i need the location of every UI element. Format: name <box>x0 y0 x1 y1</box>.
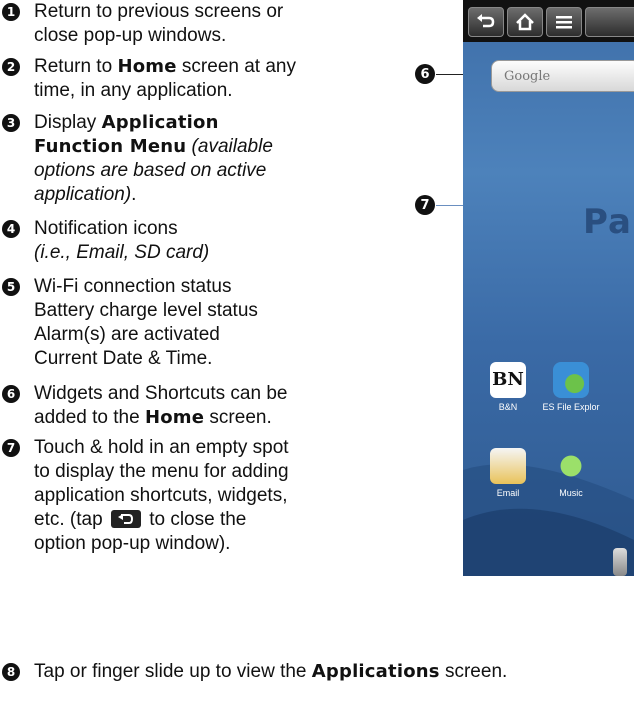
item-text: Touch & hold in an empty spot <box>34 437 289 458</box>
item-6: 6 Widgets and Shortcuts can be added to … <box>0 382 354 430</box>
app-email[interactable]: Email <box>478 448 538 498</box>
app-label: Email <box>496 488 520 498</box>
music-icon <box>553 448 589 484</box>
item-5: 5 Wi-Fi connection status Battery charge… <box>0 275 354 371</box>
email-icon <box>490 448 526 484</box>
item-text: Alarm(s) are activated <box>34 324 220 345</box>
item-text: . <box>131 184 137 205</box>
item-text: Return to <box>34 56 118 77</box>
google-search-widget[interactable]: Google <box>491 60 634 92</box>
item-text: Return to previous screens or <box>34 1 284 22</box>
menu-keyword: Application <box>101 112 219 133</box>
bn-icon: BN <box>490 362 526 398</box>
item-4: 4 Notification icons (i.e., Email, SD ca… <box>0 217 354 265</box>
item-text: options are based on active <box>34 160 267 181</box>
item-number: 7 <box>2 439 20 457</box>
item-text: time, in any application. <box>34 80 233 101</box>
item-text: option pop-up window). <box>34 533 231 554</box>
menu-button[interactable] <box>546 7 582 37</box>
item-7: 7 Touch & hold in an empty spot to displ… <box>0 436 354 556</box>
item-text: screen. <box>439 661 508 682</box>
back-icon <box>110 510 141 528</box>
app-label: ES File Explor <box>542 402 600 412</box>
item-text: application) <box>34 184 132 205</box>
home-keyword: Home <box>117 56 177 77</box>
item-1: 1 Return to previous screens or close po… <box>0 0 354 48</box>
home-keyword: Home <box>144 407 205 428</box>
home-button[interactable] <box>507 7 543 37</box>
folder-icon <box>553 362 589 398</box>
app-label: B&N <box>498 402 518 412</box>
item-text: Wi-Fi connection status <box>34 276 232 297</box>
item-text: etc. (tap <box>34 509 108 530</box>
item-number: 1 <box>2 3 20 21</box>
item-text: (available <box>186 136 273 157</box>
item-text: close pop-up windows. <box>34 25 227 46</box>
app-es-file-explorer[interactable]: ES File Explor <box>541 362 601 412</box>
app-label: Music <box>559 488 583 498</box>
status-area <box>585 7 634 37</box>
callout-7: 7 <box>415 195 435 215</box>
item-text: Notification icons <box>34 218 178 239</box>
item-3: 3 Display Application Function Menu (ava… <box>0 111 354 207</box>
item-text: to close the <box>143 509 247 530</box>
item-text: (i.e., Email, SD card) <box>34 242 210 263</box>
back-button[interactable] <box>468 7 504 37</box>
item-text: screen at any <box>176 56 296 77</box>
item-number: 3 <box>2 114 20 132</box>
app-music[interactable]: Music <box>541 448 601 498</box>
menu-keyword: Function Menu <box>34 136 187 157</box>
brand-logo: Pa <box>583 202 632 242</box>
item-text: added to the <box>34 407 145 428</box>
callout-6: 6 <box>415 64 435 84</box>
item-number: 8 <box>2 663 20 681</box>
app-drawer-handle[interactable] <box>613 548 627 576</box>
item-text: to display the menu for adding <box>34 461 289 482</box>
item-text: Widgets and Shortcuts can be <box>34 383 288 404</box>
item-number: 2 <box>2 58 20 76</box>
item-text: Current Date & Time. <box>34 348 213 369</box>
item-text: application shortcuts, widgets, <box>34 485 288 506</box>
item-8: 8 Tap or finger slide up to view the App… <box>0 660 634 684</box>
item-number: 5 <box>2 278 20 296</box>
item-text: screen. <box>204 407 272 428</box>
item-number: 4 <box>2 220 20 238</box>
app-bn[interactable]: BN B&N <box>478 362 538 412</box>
item-text: Display <box>34 112 102 133</box>
device-screen: Google Pa BN B&N ES File Explor Email Mu… <box>463 0 634 576</box>
top-bar <box>463 0 634 42</box>
applications-keyword: Applications <box>311 661 440 682</box>
item-number: 6 <box>2 385 20 403</box>
item-2: 2 Return to Home screen at any time, in … <box>0 55 354 103</box>
item-text: Tap or finger slide up to view the <box>34 661 312 682</box>
item-text: Battery charge level status <box>34 300 258 321</box>
